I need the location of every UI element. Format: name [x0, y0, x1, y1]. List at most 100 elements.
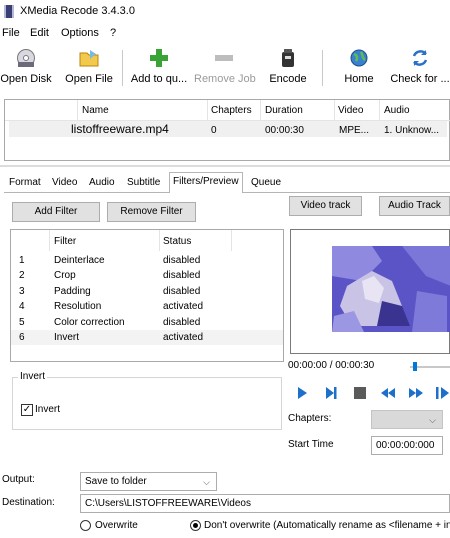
table-row[interactable]: 1 Deinterlace disabled [11, 253, 283, 268]
menu-options[interactable]: Options [61, 27, 99, 39]
overwrite-label: Overwrite [95, 520, 138, 531]
invert-group-title: Invert [18, 371, 48, 382]
table-row[interactable]: 5 Color correction disabled [11, 315, 283, 330]
file-chapters-cell: 0 [211, 125, 217, 136]
filter-status: disabled [163, 286, 201, 297]
column-audio[interactable]: Audio [384, 105, 410, 116]
remove-job-label: Remove Job [194, 73, 256, 85]
column-duration[interactable]: Duration [265, 105, 303, 116]
remove-filter-button[interactable]: Remove Filter [107, 202, 196, 222]
overwrite-radio[interactable] [80, 520, 91, 531]
audio-track-button[interactable]: Audio Track [379, 196, 450, 216]
open-disk-label: Open Disk [0, 73, 52, 85]
destination-input[interactable]: C:\Users\LISTOFFREEWARE\Videos [80, 494, 450, 513]
menu-bar: File Edit Options ? [0, 26, 450, 42]
rewind-icon[interactable] [380, 385, 396, 401]
dont-overwrite-radio[interactable] [190, 520, 201, 531]
filter-status: disabled [163, 270, 201, 281]
table-row[interactable]: 3 Padding disabled [11, 284, 283, 299]
file-list[interactable]: Name Chapters Duration Video Audio listo… [4, 99, 450, 161]
home-label: Home [344, 73, 374, 85]
filter-num: 1 [19, 255, 25, 266]
filter-name: Crop [54, 270, 76, 281]
tab-format[interactable]: Format [6, 174, 44, 192]
filter-name: Padding [54, 286, 91, 297]
folder-icon [79, 50, 99, 67]
open-file-label: Open File [65, 73, 113, 85]
filter-num: 2 [19, 270, 25, 281]
tab-queue[interactable]: Queue [248, 174, 284, 192]
toolbar: Open Disk Open File Add to qu... Remove … [0, 44, 450, 92]
table-row[interactable]: listoffreeware.mp4 0 00:00:30 MPE... 1. … [9, 121, 447, 137]
file-video-cell: MPE... [339, 125, 370, 136]
table-row[interactable]: 6 Invert activated [11, 330, 283, 345]
invert-checkbox-label: Invert [35, 404, 61, 415]
video-track-button[interactable]: Video track [289, 196, 362, 216]
encode-button[interactable]: Encode [262, 44, 314, 92]
encode-icon [282, 49, 294, 67]
invert-groupbox: Invert ✓ Invert [12, 371, 282, 430]
start-time-input[interactable]: 00:00:00:000 [371, 436, 443, 455]
column-filter[interactable]: Filter [54, 236, 76, 247]
fast-forward-icon[interactable] [408, 385, 424, 401]
tab-subtitle[interactable]: Subtitle [124, 174, 163, 192]
next-frame-icon[interactable] [323, 385, 339, 401]
encode-label: Encode [269, 73, 307, 85]
add-filter-button[interactable]: Add Filter [12, 202, 100, 222]
column-chapters[interactable]: Chapters [211, 105, 252, 116]
menu-file[interactable]: File [2, 27, 20, 39]
chevron-down-icon: ⌵ [429, 415, 436, 425]
splitter[interactable] [0, 165, 450, 167]
file-name-cell: listoffreeware.mp4 [71, 122, 169, 136]
filter-name: Color correction [54, 317, 125, 328]
check-for-updates-button[interactable]: Check for ... [390, 44, 450, 92]
remove-job-button[interactable]: Remove Job [194, 44, 256, 92]
tab-bar: Format Video Audio Subtitle Filters/Prev… [4, 172, 450, 193]
column-name[interactable]: Name [82, 105, 109, 116]
invert-checkbox[interactable]: ✓ [21, 404, 33, 416]
column-status[interactable]: Status [163, 236, 191, 247]
output-value: Save to folder [85, 476, 147, 487]
filter-num: 3 [19, 286, 25, 297]
tab-video[interactable]: Video [49, 174, 80, 192]
minus-icon [215, 55, 233, 61]
open-file-button[interactable]: Open File [62, 44, 116, 92]
chevron-down-icon: ⌵ [203, 477, 210, 487]
title-bar: XMedia Recode 3.4.3.0 [0, 0, 450, 24]
toolbar-separator [122, 50, 123, 86]
filter-status: disabled [163, 317, 201, 328]
filter-num: 6 [19, 332, 25, 343]
table-row[interactable]: 2 Crop disabled [11, 268, 283, 283]
output-dropdown[interactable]: Save to folder ⌵ [80, 472, 217, 491]
file-audio-cell: 1. Unknow... [384, 125, 440, 136]
add-to-queue-button[interactable]: Add to qu... [128, 44, 190, 92]
home-button[interactable]: Home [334, 44, 384, 92]
check-for-label: Check for ... [390, 73, 450, 85]
filter-num: 4 [19, 301, 25, 312]
tab-audio[interactable]: Audio [86, 174, 118, 192]
play-icon[interactable] [294, 385, 310, 401]
refresh-icon [412, 50, 428, 66]
chapters-label: Chapters: [288, 413, 332, 424]
column-video[interactable]: Video [338, 105, 363, 116]
chapters-dropdown[interactable]: ⌵ [371, 410, 443, 429]
stop-icon[interactable] [352, 385, 368, 401]
disc-icon [17, 49, 35, 67]
preview-image [332, 246, 450, 332]
plus-icon [150, 49, 168, 67]
menu-help[interactable]: ? [110, 27, 116, 39]
filter-name: Deinterlace [54, 255, 105, 266]
table-row[interactable]: 4 Resolution activated [11, 299, 283, 314]
seek-slider-thumb[interactable] [413, 362, 417, 371]
menu-edit[interactable]: Edit [30, 27, 49, 39]
step-icon[interactable] [434, 385, 450, 401]
window-title: XMedia Recode 3.4.3.0 [20, 5, 135, 17]
output-label: Output: [2, 474, 35, 485]
open-disk-button[interactable]: Open Disk [0, 44, 52, 92]
filter-name: Resolution [54, 301, 102, 312]
filter-list[interactable]: Filter Status 1 Deinterlace disabled 2 C… [10, 229, 284, 362]
filter-status: disabled [163, 255, 201, 266]
start-time-label: Start Time [288, 439, 334, 450]
filter-status: activated [163, 332, 204, 343]
tab-filters-preview[interactable]: Filters/Preview [169, 172, 243, 193]
